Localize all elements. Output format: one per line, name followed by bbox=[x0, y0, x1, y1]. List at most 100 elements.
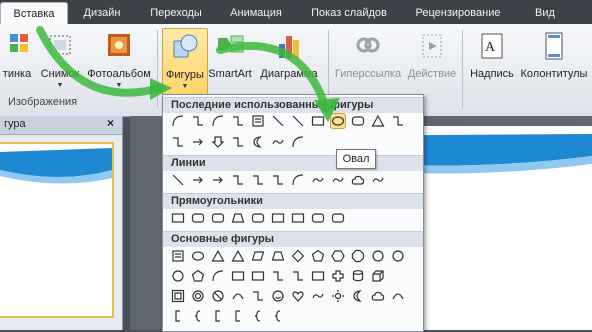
shape-rect-button[interactable] bbox=[311, 114, 325, 128]
shape-cloud-button[interactable] bbox=[371, 289, 385, 303]
shape-trap-button[interactable] bbox=[271, 249, 285, 263]
shape-down-button[interactable] bbox=[211, 135, 225, 149]
shape-elbow-button[interactable] bbox=[231, 114, 245, 128]
tab-design[interactable]: Дизайн bbox=[68, 2, 136, 24]
shape-diamond-button[interactable] bbox=[291, 249, 305, 263]
shape-elbow-button[interactable] bbox=[271, 173, 285, 187]
shape-cube-button[interactable] bbox=[371, 269, 385, 283]
tab-view[interactable]: Вид bbox=[520, 2, 570, 24]
shape-curve-button[interactable] bbox=[171, 114, 185, 128]
shape-elbow-button[interactable] bbox=[391, 114, 405, 128]
shape-smile-button[interactable] bbox=[271, 289, 285, 303]
shape-rect-button[interactable] bbox=[171, 211, 185, 225]
shape-para-button[interactable] bbox=[251, 249, 265, 263]
shape-elbow-button[interactable] bbox=[231, 173, 245, 187]
shape-brace-button[interactable] bbox=[271, 309, 285, 323]
tab-slideshow[interactable]: Показ слайдов bbox=[300, 2, 398, 24]
shape-donut-button[interactable] bbox=[191, 289, 205, 303]
shape-curve-button[interactable] bbox=[291, 135, 305, 149]
shape-sun-button[interactable] bbox=[331, 289, 345, 303]
shape-line-button[interactable] bbox=[171, 173, 185, 187]
shape-curve-button[interactable] bbox=[211, 114, 225, 128]
shape-rect-button[interactable] bbox=[311, 269, 325, 283]
shape-rrect-button[interactable] bbox=[191, 211, 205, 225]
shape-frame-button[interactable] bbox=[171, 289, 185, 303]
shape-hex-button[interactable] bbox=[331, 249, 345, 263]
shape-rrect-button[interactable] bbox=[351, 114, 365, 128]
shape-arrow-button[interactable] bbox=[211, 173, 225, 187]
shape-wave-button[interactable] bbox=[371, 173, 385, 187]
screenshot-label: Снимок bbox=[40, 68, 80, 80]
tab-animation[interactable]: Анимация bbox=[216, 2, 296, 24]
shape-arc-button[interactable] bbox=[391, 289, 405, 303]
shape-curve-button[interactable] bbox=[211, 269, 225, 283]
shape-moon-button[interactable] bbox=[251, 135, 265, 149]
shape-rrect-button[interactable] bbox=[311, 211, 325, 225]
header-footer-button[interactable]: Колонтитулы bbox=[516, 28, 592, 108]
shape-rect-button[interactable] bbox=[291, 211, 305, 225]
shape-circle-button[interactable] bbox=[391, 249, 405, 263]
shape-elbow-button[interactable] bbox=[251, 289, 265, 303]
shape-pent-button[interactable] bbox=[191, 269, 205, 283]
shape-brace-button[interactable] bbox=[191, 309, 205, 323]
shape-line-button[interactable] bbox=[271, 114, 285, 128]
photo-album-label: Фотоальбом bbox=[87, 68, 151, 80]
shape-circle-button[interactable] bbox=[371, 249, 385, 263]
chart-label: Диаграмма bbox=[260, 68, 318, 80]
shape-arc-button[interactable] bbox=[231, 289, 245, 303]
shape-circle-button[interactable] bbox=[171, 269, 185, 283]
shape-noent-button[interactable] bbox=[211, 289, 225, 303]
shape-rrect-button[interactable] bbox=[251, 211, 265, 225]
chart-icon bbox=[274, 30, 304, 62]
shape-elbow-button[interactable] bbox=[251, 173, 265, 187]
shape-wave-button[interactable] bbox=[311, 289, 325, 303]
shape-tri-button[interactable] bbox=[231, 249, 245, 263]
shape-text-button[interactable] bbox=[251, 114, 265, 128]
shape-tri-button[interactable] bbox=[211, 249, 225, 263]
shape-wave-button[interactable] bbox=[311, 173, 325, 187]
ribbon-tab-bar: Вставка Дизайн Переходы Анимация Показ с… bbox=[0, 0, 592, 25]
shape-bracket-button[interactable] bbox=[211, 309, 225, 323]
close-icon[interactable]: × bbox=[107, 116, 114, 130]
shape-line-button[interactable] bbox=[291, 114, 305, 128]
shape-elbow-button[interactable] bbox=[291, 269, 305, 283]
shape-wave-button[interactable] bbox=[331, 173, 345, 187]
shape-arrow-button[interactable] bbox=[191, 173, 205, 187]
tab-insert[interactable]: Вставка bbox=[0, 2, 68, 25]
tab-transitions[interactable]: Переходы bbox=[138, 2, 214, 24]
shape-rrect-button[interactable] bbox=[331, 211, 345, 225]
shape-wave-button[interactable] bbox=[271, 135, 285, 149]
oval-shape-button[interactable] bbox=[330, 113, 346, 129]
tab-review[interactable]: Рецензирование bbox=[400, 2, 516, 24]
shape-heart-button[interactable] bbox=[291, 289, 305, 303]
photo-album-button[interactable]: Фотоальбом ▼ bbox=[84, 28, 154, 108]
shape-brace-button[interactable] bbox=[251, 309, 265, 323]
shape-oct-button[interactable] bbox=[351, 249, 365, 263]
slide-thumbnail[interactable] bbox=[0, 142, 114, 318]
shape-pent-button[interactable] bbox=[311, 249, 325, 263]
shape-bracket-button[interactable] bbox=[171, 309, 185, 323]
shape-elbow-button[interactable] bbox=[191, 114, 205, 128]
shape-trap-button[interactable] bbox=[231, 211, 245, 225]
shape-cyl-button[interactable] bbox=[351, 269, 365, 283]
textbox-button[interactable]: A Надпись bbox=[466, 28, 518, 108]
shape-rect-button[interactable] bbox=[231, 269, 245, 283]
shape-arrow-button[interactable] bbox=[191, 135, 205, 149]
shape-elbow-button[interactable] bbox=[271, 269, 285, 283]
shape-elbow-button[interactable] bbox=[171, 135, 185, 149]
shape-cross-button[interactable] bbox=[331, 269, 345, 283]
shape-rrect-button[interactable] bbox=[211, 211, 225, 225]
shape-elbow-button[interactable] bbox=[231, 135, 245, 149]
shape-oval-button[interactable] bbox=[191, 249, 205, 263]
shape-moon-button[interactable] bbox=[351, 289, 365, 303]
shape-rect-button[interactable] bbox=[251, 269, 265, 283]
shape-cloud-button[interactable] bbox=[351, 173, 365, 187]
shape-curve-button[interactable] bbox=[291, 173, 305, 187]
shape-bracket-button[interactable] bbox=[231, 309, 245, 323]
shape-rect-button[interactable] bbox=[271, 211, 285, 225]
group-separator bbox=[157, 30, 158, 108]
smartart-icon bbox=[215, 30, 245, 62]
shape-text-button[interactable] bbox=[171, 249, 185, 263]
shape-tri-button[interactable] bbox=[371, 114, 385, 128]
shapes-label: Фигуры bbox=[166, 69, 204, 81]
